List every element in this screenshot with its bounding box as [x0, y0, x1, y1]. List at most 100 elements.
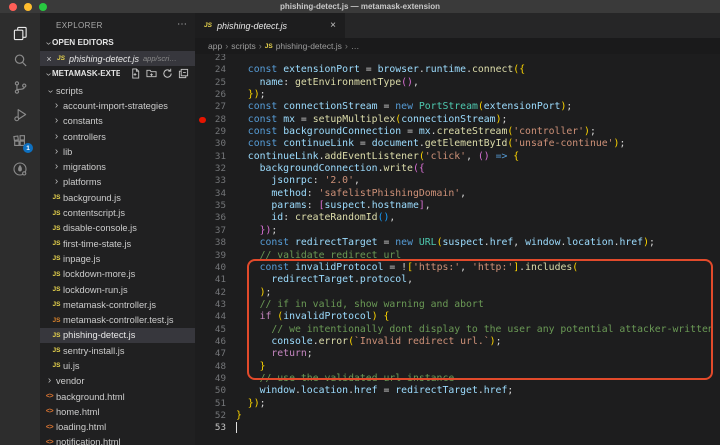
code-line[interactable]: 27 const connectionStream = new PortStre…: [195, 101, 720, 113]
tree-item-migrations[interactable]: ›migrations: [40, 159, 195, 174]
line-number[interactable]: 31: [195, 151, 236, 163]
code-line[interactable]: 38 const redirectTarget = new URL(suspec…: [195, 237, 720, 249]
tree-item-first-time-state-js[interactable]: JSfirst-time-state.js: [40, 236, 195, 251]
code-line[interactable]: 47 return;: [195, 348, 720, 360]
tree-item-ui-js[interactable]: JSui.js: [40, 358, 195, 373]
tree-item-constants[interactable]: ›constants: [40, 114, 195, 129]
line-number[interactable]: 28: [195, 114, 236, 126]
zoom-window-button[interactable]: [39, 3, 47, 11]
code-line[interactable]: 53: [195, 422, 720, 434]
line-number[interactable]: 53: [195, 422, 236, 434]
tab-phishing-detect[interactable]: JS phishing-detect.js ×: [195, 13, 345, 38]
line-number[interactable]: 34: [195, 188, 236, 200]
extension-circle-icon[interactable]: [0, 155, 40, 182]
open-editor-item[interactable]: × JS phishing-detect.js app/scri…: [40, 51, 195, 66]
code-line[interactable]: 40 const invalidProtocol = !['https:', '…: [195, 262, 720, 274]
line-number[interactable]: 49: [195, 373, 236, 385]
new-file-icon[interactable]: [130, 68, 141, 79]
tree-item-metamask-controller-test-js[interactable]: JSmetamask-controller.test.js: [40, 312, 195, 327]
line-number[interactable]: 41: [195, 274, 236, 286]
line-number[interactable]: 45: [195, 324, 236, 336]
code-line[interactable]: 29 const backgroundConnection = mx.creat…: [195, 126, 720, 138]
explorer-icon[interactable]: [0, 20, 40, 47]
breadcrumb[interactable]: app›scripts›JSphishing-detect.js›…: [195, 38, 720, 54]
tree-item-home-html[interactable]: <>home.html: [40, 404, 195, 419]
tree-item-scripts[interactable]: ›scripts: [40, 83, 195, 98]
line-number[interactable]: 52: [195, 410, 236, 422]
new-folder-icon[interactable]: [146, 68, 157, 79]
tree-item-loading-html[interactable]: <>loading.html: [40, 420, 195, 435]
line-number[interactable]: 39: [195, 250, 236, 262]
search-icon[interactable]: [0, 47, 40, 74]
source-control-icon[interactable]: [0, 74, 40, 101]
extensions-icon[interactable]: 1: [0, 128, 40, 155]
line-number[interactable]: 27: [195, 101, 236, 113]
code-line[interactable]: 25 name: getEnvironmentType(),: [195, 77, 720, 89]
tree-item-account-import-strategies[interactable]: ›account-import-strategies: [40, 98, 195, 113]
breadcrumb-item[interactable]: app: [208, 41, 222, 51]
code-line[interactable]: 41 redirectTarget.protocol,: [195, 274, 720, 286]
code-line[interactable]: 48 }: [195, 361, 720, 373]
line-number[interactable]: 43: [195, 299, 236, 311]
line-number[interactable]: 36: [195, 212, 236, 224]
code-line[interactable]: 35 params: [suspect.hostname],: [195, 200, 720, 212]
code-line[interactable]: 49 // use the validated url instance: [195, 373, 720, 385]
code-line[interactable]: 31 continueLink.addEventListener('click'…: [195, 151, 720, 163]
code-line[interactable]: 39 // validate redirect url: [195, 250, 720, 262]
line-number[interactable]: 24: [195, 64, 236, 76]
tree-item-sentry-install-js[interactable]: JSsentry-install.js: [40, 343, 195, 358]
code-line[interactable]: 45 // we intentionally dont display to t…: [195, 324, 720, 336]
line-number[interactable]: 26: [195, 89, 236, 101]
tree-item-vendor[interactable]: ›vendor: [40, 374, 195, 389]
code-line[interactable]: 30 const continueLink = document.getElem…: [195, 138, 720, 150]
code-line[interactable]: 37 });: [195, 225, 720, 237]
tree-item-notification-html[interactable]: <>notification.html: [40, 435, 195, 445]
code-line[interactable]: 33 jsonrpc: '2.0',: [195, 175, 720, 187]
tree-item-background-js[interactable]: JSbackground.js: [40, 190, 195, 205]
code-line[interactable]: 50 window.location.href = redirectTarget…: [195, 385, 720, 397]
close-tab-icon[interactable]: ×: [330, 20, 336, 31]
line-number[interactable]: 37: [195, 225, 236, 237]
tree-item-lockdown-run-js[interactable]: JSlockdown-run.js: [40, 282, 195, 297]
collapse-all-icon[interactable]: [178, 68, 189, 79]
line-number[interactable]: 35: [195, 200, 236, 212]
line-number[interactable]: 40: [195, 262, 236, 274]
line-number[interactable]: 44: [195, 311, 236, 323]
code-line[interactable]: 28 const mx = setupMultiplex(connectionS…: [195, 114, 720, 126]
tree-item-controllers[interactable]: ›controllers: [40, 129, 195, 144]
code-line[interactable]: 46 console.error(`Invalid redirect url.`…: [195, 336, 720, 348]
tree-item-inpage-js[interactable]: JSinpage.js: [40, 251, 195, 266]
explorer-more-icon[interactable]: ⋯: [177, 22, 187, 28]
breadcrumb-item[interactable]: scripts: [231, 41, 256, 51]
line-number[interactable]: 29: [195, 126, 236, 138]
breadcrumb-item[interactable]: …: [351, 41, 360, 51]
close-window-button[interactable]: [9, 3, 17, 11]
line-number[interactable]: 32: [195, 163, 236, 175]
line-number[interactable]: 30: [195, 138, 236, 150]
line-number[interactable]: 33: [195, 175, 236, 187]
minimize-window-button[interactable]: [24, 3, 32, 11]
tree-item-phishing-detect-js[interactable]: JSphishing-detect.js: [40, 328, 195, 343]
tree-item-disable-console-js[interactable]: JSdisable-console.js: [40, 221, 195, 236]
line-number[interactable]: 51: [195, 398, 236, 410]
workspace-section[interactable]: › METAMASK-EXTENS…: [40, 66, 195, 81]
tree-item-lockdown-more-js[interactable]: JSlockdown-more.js: [40, 267, 195, 282]
code-line[interactable]: 36 id: createRandomId(),: [195, 212, 720, 224]
tree-item-background-html[interactable]: <>background.html: [40, 389, 195, 404]
tree-item-contentscript-js[interactable]: JScontentscript.js: [40, 205, 195, 220]
refresh-icon[interactable]: [162, 68, 173, 79]
run-and-debug-icon[interactable]: [0, 101, 40, 128]
open-editors-section[interactable]: › OPEN EDITORS: [40, 34, 195, 51]
line-number[interactable]: 23: [195, 54, 236, 64]
code-line[interactable]: 51 });: [195, 398, 720, 410]
tree-item-platforms[interactable]: ›platforms: [40, 175, 195, 190]
code-area[interactable]: 2324 const extensionPort = browser.runti…: [195, 54, 720, 445]
tree-item-lib[interactable]: ›lib: [40, 144, 195, 159]
line-number[interactable]: 48: [195, 361, 236, 373]
line-number[interactable]: 42: [195, 287, 236, 299]
code-line[interactable]: 42 );: [195, 287, 720, 299]
code-line[interactable]: 24 const extensionPort = browser.runtime…: [195, 64, 720, 76]
code-line[interactable]: 52}: [195, 410, 720, 422]
breadcrumb-item[interactable]: phishing-detect.js: [276, 41, 342, 51]
code-line[interactable]: 23: [195, 54, 720, 64]
